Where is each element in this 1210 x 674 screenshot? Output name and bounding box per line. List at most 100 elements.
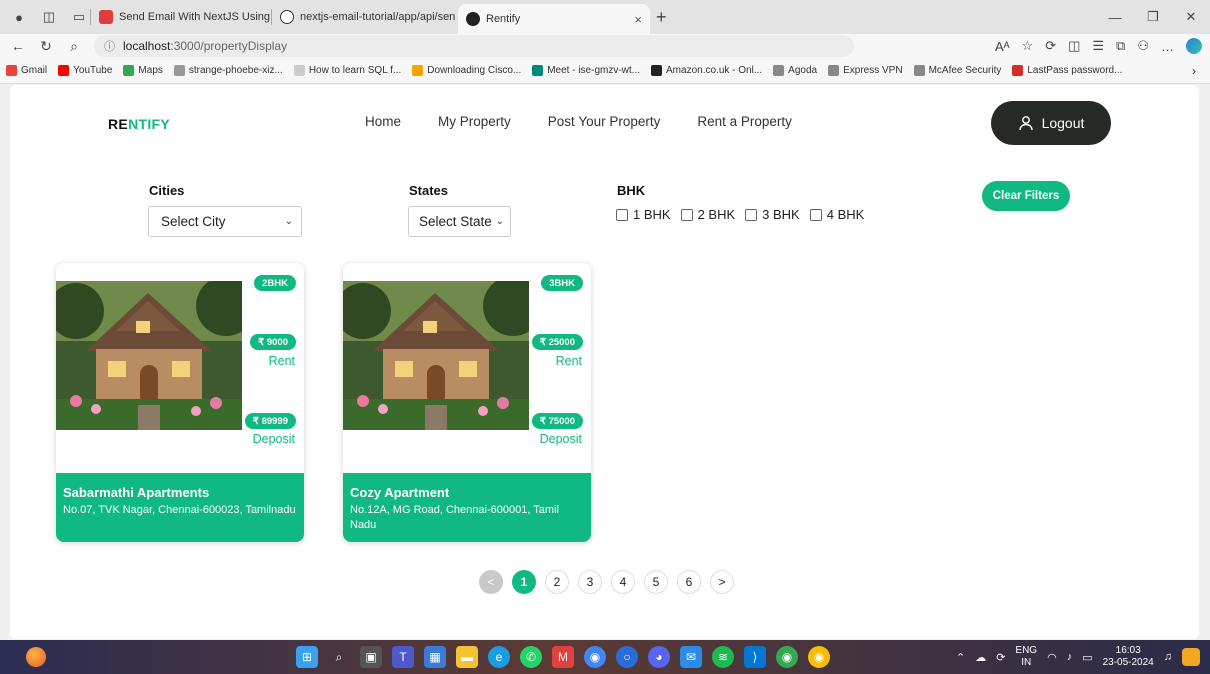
bookmark-item[interactable]: LastPass password...	[1012, 65, 1122, 76]
volume-icon[interactable]: ♪	[1067, 651, 1073, 663]
search-icon[interactable]: ⌕	[328, 646, 350, 668]
favorite-star-icon[interactable]: ☆	[1022, 38, 1034, 54]
wifi-icon[interactable]: ◠	[1047, 651, 1057, 664]
bookmark-item[interactable]: How to learn SQL f...	[293, 65, 401, 76]
battery-icon[interactable]: ▭	[1082, 651, 1092, 664]
nav-post-property[interactable]: Post Your Property	[548, 114, 661, 129]
edge-sidebar-icon[interactable]	[1186, 38, 1202, 54]
more-icon[interactable]: …	[1161, 39, 1174, 54]
browser-tab-email[interactable]: Send Email With NextJS Using G ×	[91, 0, 271, 34]
close-tab-icon[interactable]: ×	[634, 12, 642, 27]
tab-actions-icon[interactable]: ▭	[68, 6, 90, 28]
cottage-illustration	[56, 281, 242, 430]
bookmark-item[interactable]: McAfee Security	[913, 65, 1001, 76]
logout-button[interactable]: Logout	[991, 101, 1111, 145]
restore-icon[interactable]: ❐	[1134, 0, 1172, 34]
collections-icon[interactable]: ⧉	[1116, 38, 1125, 54]
state-select[interactable]: Select State ⌄	[408, 206, 511, 237]
back-icon[interactable]: ←	[4, 38, 32, 54]
new-tab-icon[interactable]: +	[656, 7, 667, 28]
bookmark-item[interactable]: Express VPN	[828, 65, 903, 76]
extensions-icon[interactable]: ⟳	[1045, 38, 1056, 54]
nav-home[interactable]: Home	[365, 114, 401, 129]
show-hidden-icons-icon[interactable]: ⌃	[956, 651, 965, 664]
chrome-profile-icon[interactable]: ◉	[776, 646, 798, 668]
copilot-taskbar-icon[interactable]	[1182, 648, 1200, 666]
copilot-icon[interactable]: ⚇	[1137, 38, 1149, 54]
page-button-4[interactable]: 4	[611, 570, 635, 594]
url-input[interactable]: ⓘ localhost:3000/propertyDisplay	[94, 35, 854, 57]
browser-tab-rentify[interactable]: Rentify ×	[458, 4, 650, 34]
minimize-icon[interactable]: —	[1096, 0, 1134, 34]
bookmarks-bar: Gmail YouTube Maps strange-phoebe-xiz... How…	[0, 58, 1210, 84]
bhk-option-4[interactable]: 4 BHK	[809, 207, 864, 222]
bookmark-item[interactable]: YouTube	[58, 65, 112, 76]
checkbox[interactable]	[809, 208, 822, 221]
checkbox[interactable]	[745, 208, 758, 221]
nav-rent-property[interactable]: Rent a Property	[697, 114, 792, 129]
bookmark-item[interactable]: Gmail	[6, 65, 47, 76]
chrome-icon[interactable]: ◉	[584, 646, 606, 668]
profile-icon[interactable]: ●	[8, 6, 30, 28]
page-button-3[interactable]: 3	[578, 570, 602, 594]
vscode-icon[interactable]: ⟩	[744, 646, 766, 668]
edge-icon[interactable]: e	[488, 646, 510, 668]
city-select[interactable]: Select City ⌄	[148, 206, 302, 237]
bhk-option-3[interactable]: 3 BHK	[745, 207, 800, 222]
cortana-icon[interactable]: ○	[616, 646, 638, 668]
teams-icon[interactable]: T	[392, 646, 414, 668]
clock[interactable]: 16:03 23-05-2024	[1103, 645, 1154, 669]
search-icon[interactable]: ⌕	[60, 38, 88, 55]
notification-bell-icon[interactable]: ♫	[1164, 651, 1172, 663]
bookmark-item[interactable]: Meet - ise-gmzv-wt...	[532, 65, 640, 76]
close-window-icon[interactable]: ✕	[1172, 0, 1210, 34]
bookmark-item[interactable]: Agoda	[773, 65, 817, 76]
bookmark-item[interactable]: Downloading Cisco...	[412, 65, 521, 76]
bhk-option-1[interactable]: 1 BHK	[616, 207, 671, 222]
discord-icon[interactable]: ◕	[648, 646, 670, 668]
spotify-icon[interactable]: ≋	[712, 646, 734, 668]
next-page-button[interactable]: >	[710, 570, 734, 594]
deposit-label: Deposit	[252, 432, 295, 446]
rentify-logo[interactable]: RENTIFY	[108, 116, 170, 132]
page-button-1[interactable]: 1	[512, 570, 536, 594]
windows-start-icon[interactable]: ⊞	[296, 646, 318, 668]
workspaces-icon[interactable]: ◫	[38, 6, 60, 28]
page-button-6[interactable]: 6	[677, 570, 701, 594]
language-indicator[interactable]: ENG IN	[1015, 645, 1037, 669]
page-button-2[interactable]: 2	[545, 570, 569, 594]
read-aloud-icon[interactable]: A͏ᴬ	[995, 39, 1010, 54]
split-screen-icon[interactable]: ◫	[1068, 38, 1080, 54]
nav-my-property[interactable]: My Property	[438, 114, 511, 129]
rent-badge: ₹ 9000	[250, 334, 296, 350]
whatsapp-icon[interactable]: ✆	[520, 646, 542, 668]
mail-icon[interactable]: ✉	[680, 646, 702, 668]
property-card[interactable]: 3BHK ₹ 25000 Rent ₹ 75000 Deposit Cozy A…	[343, 263, 591, 542]
bookmark-label: Maps	[138, 65, 163, 76]
bookmark-item[interactable]: Maps	[123, 65, 163, 76]
info-icon[interactable]: ⓘ	[104, 38, 115, 54]
task-view-icon[interactable]: ▣	[360, 646, 382, 668]
property-card[interactable]: 2BHK ₹ 9000 Rent ₹ 89999 Deposit Sabarma…	[56, 263, 304, 542]
checkbox[interactable]	[680, 208, 693, 221]
favorites-icon[interactable]: ☰	[1092, 38, 1104, 54]
bhk-option-2[interactable]: 2 BHK	[680, 207, 735, 222]
browser-tab-github[interactable]: nextjs-email-tutorial/app/api/sen ×	[272, 0, 458, 34]
bookmark-item[interactable]: Amazon.co.uk - Onl...	[651, 65, 762, 76]
weather-widget-icon[interactable]	[26, 647, 46, 667]
chevron-right-icon[interactable]: ›	[1192, 64, 1196, 78]
url-host: localhost	[123, 39, 171, 53]
chrome-canary-icon[interactable]: ◉	[808, 646, 830, 668]
mcafee-icon[interactable]: M	[552, 646, 574, 668]
checkbox[interactable]	[616, 208, 628, 221]
city-select-value: Select City	[161, 214, 226, 229]
reload-icon[interactable]: ↻	[32, 38, 60, 55]
clear-filters-button[interactable]: Clear Filters	[982, 181, 1070, 211]
onedrive-icon[interactable]: ☁	[975, 651, 986, 664]
page-button-5[interactable]: 5	[644, 570, 668, 594]
file-explorer-icon[interactable]: ▬	[456, 646, 478, 668]
store-icon[interactable]: ▦	[424, 646, 446, 668]
bookmark-item[interactable]: strange-phoebe-xiz...	[173, 65, 283, 76]
refresh-icon[interactable]: ⟳	[996, 651, 1005, 664]
prev-page-button[interactable]: <	[479, 570, 503, 594]
